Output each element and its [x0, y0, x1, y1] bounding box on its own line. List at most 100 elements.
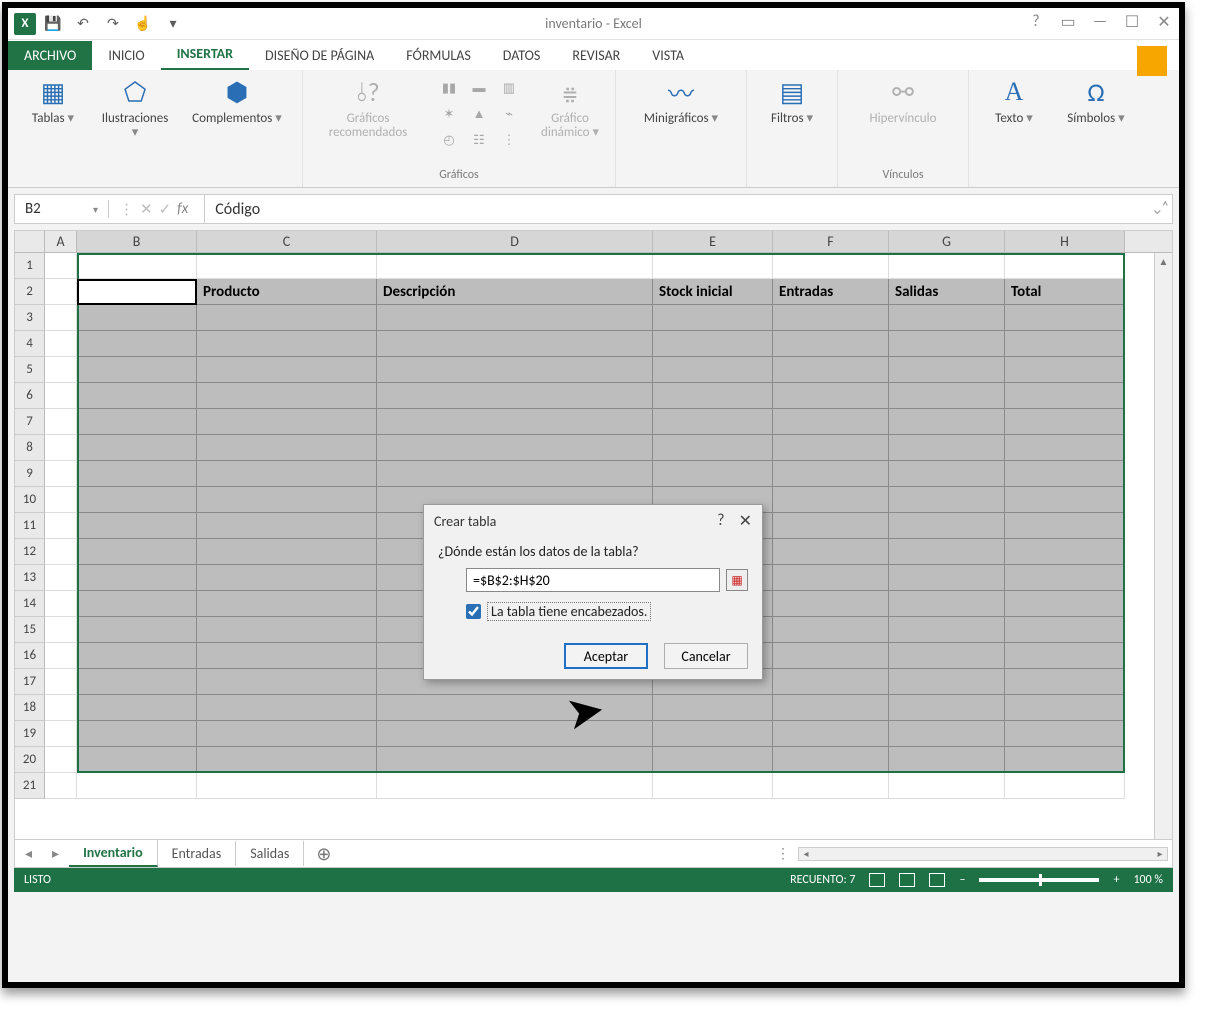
- cell[interactable]: [77, 643, 197, 669]
- minimize-icon[interactable]: —: [1089, 12, 1111, 32]
- cell[interactable]: [1005, 513, 1125, 539]
- col-header-H[interactable]: H: [1005, 231, 1125, 252]
- cell[interactable]: [45, 617, 77, 643]
- cell[interactable]: [1005, 487, 1125, 513]
- cell[interactable]: Descripción: [377, 279, 653, 305]
- cell[interactable]: [197, 409, 377, 435]
- cell[interactable]: [889, 461, 1005, 487]
- cell[interactable]: [45, 435, 77, 461]
- cell[interactable]: [653, 773, 773, 799]
- tab-insertar[interactable]: INSERTAR: [161, 39, 249, 70]
- cell[interactable]: [889, 747, 1005, 773]
- cell[interactable]: [1005, 721, 1125, 747]
- zoom-out-icon[interactable]: –: [959, 873, 965, 887]
- tab-archivo[interactable]: ARCHIVO: [8, 41, 92, 70]
- btn-minigraficos[interactable]: 〰Minigráficos: [626, 76, 736, 126]
- tab-datos[interactable]: DATOS: [487, 41, 557, 70]
- cell[interactable]: [45, 539, 77, 565]
- cell[interactable]: [197, 357, 377, 383]
- cell[interactable]: [197, 669, 377, 695]
- cell[interactable]: [889, 565, 1005, 591]
- cell[interactable]: [1005, 591, 1125, 617]
- ribbon-options-icon[interactable]: ▭: [1057, 12, 1079, 32]
- cell[interactable]: [773, 331, 889, 357]
- cell[interactable]: [889, 253, 1005, 279]
- cell[interactable]: [77, 565, 197, 591]
- cell[interactable]: [45, 461, 77, 487]
- cell[interactable]: [77, 253, 197, 279]
- sheet-nav-next[interactable]: ▸: [42, 845, 69, 862]
- cell[interactable]: Stock inicial: [653, 279, 773, 305]
- view-normal-icon[interactable]: [869, 873, 885, 887]
- cell[interactable]: Total: [1005, 279, 1125, 305]
- btn-simbolos[interactable]: ΩSímbolos: [1061, 76, 1131, 126]
- cell[interactable]: [773, 409, 889, 435]
- cell[interactable]: [889, 617, 1005, 643]
- btn-ilustraciones[interactable]: ⬠Ilustraciones: [100, 76, 170, 141]
- view-pagebreak-icon[interactable]: [929, 873, 945, 887]
- cell[interactable]: [45, 487, 77, 513]
- cell[interactable]: [197, 539, 377, 565]
- row-header[interactable]: 10: [15, 487, 45, 513]
- cell[interactable]: [77, 617, 197, 643]
- row-header[interactable]: 2: [15, 279, 45, 305]
- row-header[interactable]: 5: [15, 357, 45, 383]
- cell[interactable]: [889, 435, 1005, 461]
- cell[interactable]: [45, 357, 77, 383]
- row-header[interactable]: 20: [15, 747, 45, 773]
- tab-inicio[interactable]: INICIO: [92, 41, 160, 70]
- cell[interactable]: [45, 747, 77, 773]
- col-header-C[interactable]: C: [197, 231, 377, 252]
- cell[interactable]: [77, 773, 197, 799]
- cell[interactable]: [1005, 305, 1125, 331]
- sheet-tab-inventario[interactable]: Inventario: [69, 840, 158, 867]
- cell[interactable]: [653, 695, 773, 721]
- cell[interactable]: [197, 487, 377, 513]
- qat-undo[interactable]: ↶: [70, 11, 96, 37]
- cell[interactable]: Salidas: [889, 279, 1005, 305]
- enter-formula-icon[interactable]: ✓: [159, 200, 172, 219]
- cell[interactable]: [1005, 773, 1125, 799]
- cell[interactable]: [653, 253, 773, 279]
- cell[interactable]: [197, 565, 377, 591]
- account-indicator[interactable]: [1137, 46, 1167, 76]
- qat-touch[interactable]: ☝: [130, 11, 156, 37]
- horizontal-scrollbar[interactable]: ◂▸: [798, 847, 1168, 861]
- cancel-button[interactable]: Cancelar: [664, 643, 748, 669]
- table-range-input[interactable]: [466, 568, 720, 592]
- col-header-F[interactable]: F: [773, 231, 889, 252]
- cell[interactable]: [77, 383, 197, 409]
- zoom-slider[interactable]: [979, 878, 1099, 882]
- cell[interactable]: Entradas: [773, 279, 889, 305]
- cell[interactable]: [773, 747, 889, 773]
- cell[interactable]: [773, 591, 889, 617]
- cell[interactable]: [77, 331, 197, 357]
- cell[interactable]: [773, 539, 889, 565]
- cell[interactable]: [889, 669, 1005, 695]
- col-header-A[interactable]: A: [45, 231, 77, 252]
- cell[interactable]: [197, 773, 377, 799]
- cell[interactable]: [377, 721, 653, 747]
- cell[interactable]: [377, 747, 653, 773]
- cell[interactable]: [1005, 643, 1125, 669]
- cell[interactable]: [197, 643, 377, 669]
- cell[interactable]: [1005, 383, 1125, 409]
- cell[interactable]: [1005, 461, 1125, 487]
- cell[interactable]: [77, 461, 197, 487]
- cell[interactable]: [77, 305, 197, 331]
- cell[interactable]: [77, 669, 197, 695]
- cell[interactable]: [1005, 253, 1125, 279]
- cell[interactable]: [1005, 357, 1125, 383]
- cell[interactable]: [889, 357, 1005, 383]
- cell[interactable]: [773, 617, 889, 643]
- cell[interactable]: [773, 513, 889, 539]
- cell[interactable]: [773, 487, 889, 513]
- cell[interactable]: [653, 383, 773, 409]
- cell[interactable]: [377, 357, 653, 383]
- row-header[interactable]: 11: [15, 513, 45, 539]
- cell[interactable]: [77, 513, 197, 539]
- range-selector-icon[interactable]: ▦: [726, 569, 748, 591]
- cell[interactable]: [77, 409, 197, 435]
- cell[interactable]: [773, 357, 889, 383]
- cell[interactable]: [773, 643, 889, 669]
